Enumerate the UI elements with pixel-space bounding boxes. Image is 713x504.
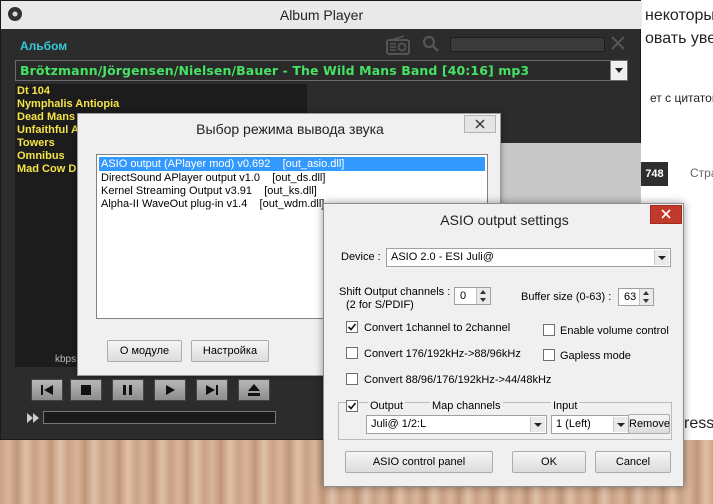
convert-1to2-checkbox[interactable] — [346, 321, 358, 333]
convert-88-checkbox[interactable] — [346, 373, 358, 385]
list-item[interactable]: Unfaithful A — [17, 124, 79, 136]
kbps-label: kbps — [55, 354, 77, 365]
about-module-button[interactable]: О модуле — [107, 340, 182, 362]
stop-button[interactable] — [70, 379, 102, 401]
device-select-value: ASIO 2.0 - ESI Juli@ — [391, 251, 494, 263]
background-text: ress — [684, 415, 713, 432]
convert-176-checkbox[interactable] — [346, 347, 358, 359]
close-icon — [475, 119, 485, 129]
background-badge: 748 — [641, 162, 668, 186]
album-dropdown[interactable]: Brötzmann/Jörgensen/Nielsen/Bauer - The … — [15, 60, 628, 81]
shift-channels-label: Shift Output channels : — [339, 286, 451, 298]
background-text: овать уве — [645, 30, 713, 47]
playback-controls — [26, 379, 276, 403]
shift-channels-value: 0 — [460, 290, 467, 302]
shift-channels-hint: (2 for S/PDIF) — [346, 299, 414, 311]
updown-icon[interactable] — [476, 288, 490, 304]
output-channel-value: Juli@ 1/2:L — [371, 418, 427, 430]
list-item[interactable]: Towers — [17, 137, 55, 149]
list-item[interactable]: Nymphalis Antiopia — [17, 98, 119, 110]
input-channel-select[interactable]: 1 (Left) — [551, 415, 630, 434]
eject-button[interactable] — [238, 379, 270, 401]
convert-88-label: Convert 88/96/176/192kHz->44/48kHz — [364, 374, 552, 386]
gapless-label: Gapless mode — [560, 350, 631, 362]
player-title: Album Player — [279, 7, 364, 23]
cancel-button[interactable]: Cancel — [595, 451, 671, 473]
pause-button[interactable] — [112, 379, 144, 401]
play-button[interactable] — [154, 379, 186, 401]
close-button[interactable] — [650, 205, 682, 224]
updown-icon[interactable] — [639, 289, 653, 305]
list-item[interactable]: Alpha-II WaveOut plug-in v1.4 [out_wdm.d… — [99, 197, 324, 211]
close-icon[interactable] — [610, 35, 626, 51]
device-label: Device : — [341, 251, 381, 263]
chevron-down-icon[interactable] — [610, 61, 627, 80]
seek-bar[interactable] — [43, 411, 276, 424]
convert-176-label: Convert 176/192kHz->88/96kHz — [364, 348, 521, 360]
check-icon — [347, 323, 357, 331]
list-item[interactable]: DirectSound APlayer output v1.0 [out_ds.… — [99, 171, 325, 185]
enable-volume-label: Enable volume control — [560, 325, 669, 337]
convert-1to2-label: Convert 1channel to 2channel — [364, 322, 511, 334]
input-channel-value: 1 (Left) — [556, 418, 591, 430]
list-item[interactable]: Mad Cow D — [17, 163, 76, 175]
dialog-title: ASIO output settings — [440, 212, 569, 228]
close-icon — [661, 209, 671, 219]
background-text: ет с цитатой — [650, 91, 713, 105]
shift-channels-stepper[interactable]: 0 — [454, 287, 491, 305]
background-text: Стра — [690, 166, 713, 180]
search-icon[interactable] — [422, 35, 440, 53]
list-item[interactable]: Kernel Streaming Output v3.91 [out_ks.dl… — [99, 184, 317, 198]
background-panel — [501, 143, 641, 204]
settings-button[interactable]: Настройка — [191, 340, 269, 362]
buffer-size-label: Buffer size (0-63) : — [521, 291, 612, 303]
chevron-down-icon — [530, 417, 545, 432]
background-text: некоторых с — [645, 7, 713, 24]
remove-button[interactable]: Remove — [628, 414, 670, 434]
ok-button[interactable]: OK — [512, 451, 586, 473]
device-select[interactable]: ASIO 2.0 - ESI Juli@ — [386, 248, 671, 267]
buffer-size-value: 63 — [624, 291, 637, 303]
map-channels-checkbox[interactable] — [346, 400, 358, 412]
enable-volume-checkbox[interactable] — [543, 324, 555, 336]
output-label: Output — [368, 400, 406, 412]
buffer-size-stepper[interactable]: 63 — [618, 288, 654, 306]
gapless-checkbox[interactable] — [543, 349, 555, 361]
map-channels-label: Map channels — [430, 400, 503, 412]
list-item[interactable]: Dead Mans — [17, 111, 75, 123]
list-item[interactable]: Dt 104 — [17, 85, 50, 97]
chevron-down-icon — [613, 417, 628, 432]
check-icon — [347, 402, 357, 410]
chevron-down-icon — [654, 250, 669, 265]
input-label: Input — [551, 400, 580, 412]
close-button[interactable] — [464, 115, 496, 133]
output-channel-select[interactable]: Juli@ 1/2:L — [366, 415, 547, 434]
list-item[interactable]: Omnibus — [17, 150, 65, 162]
asio-control-panel-button[interactable]: ASIO control panel — [345, 451, 493, 473]
asio-settings-dialog: ASIO output settings Device : ASIO 2.0 -… — [323, 203, 684, 487]
search-input[interactable] — [450, 37, 605, 52]
previous-button[interactable] — [31, 379, 63, 401]
radio-icon[interactable] — [386, 35, 410, 55]
fast-forward-icon[interactable] — [26, 412, 40, 424]
album-dropdown-value: Brötzmann/Jörgensen/Nielsen/Bauer - The … — [20, 63, 530, 78]
dialog-title: Выбор режима вывода звука — [196, 121, 384, 137]
album-label: Альбом — [20, 39, 68, 53]
next-button[interactable] — [196, 379, 228, 401]
list-item[interactable]: ASIO output (APlayer mod) v0.692 [out_as… — [99, 157, 485, 171]
